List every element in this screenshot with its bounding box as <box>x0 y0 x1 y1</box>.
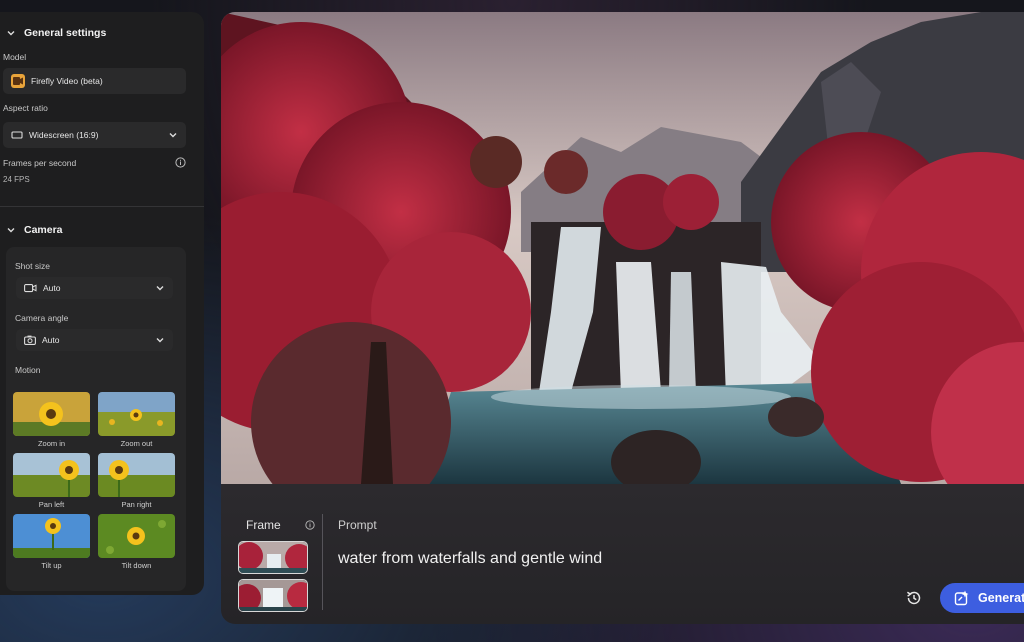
aspect-ratio-value: Widescreen (16:9) <box>29 130 99 140</box>
motion-label: Motion <box>15 365 41 375</box>
motion-caption: Tilt up <box>41 561 62 570</box>
prompt-input[interactable]: water from waterfalls and gentle wind <box>338 550 602 568</box>
prompt-label: Prompt <box>338 518 377 532</box>
firefly-video-icon <box>11 74 25 88</box>
general-settings-title: General settings <box>24 27 107 39</box>
history-icon[interactable] <box>905 589 923 607</box>
chevron-down-icon <box>7 228 15 233</box>
model-label: Model <box>3 52 27 62</box>
motion-caption: Zoom out <box>120 439 153 448</box>
end-frame-thumb[interactable] <box>238 579 308 612</box>
generated-video-preview <box>221 12 1024 484</box>
chevron-down-icon <box>156 338 164 343</box>
start-frame-thumb[interactable] <box>238 541 308 574</box>
section-divider <box>0 206 204 207</box>
chevron-down-icon <box>156 286 164 291</box>
generate-button[interactable]: Generate <box>940 583 1024 613</box>
motion-tilt-down-thumb[interactable] <box>98 514 175 558</box>
camera-header[interactable]: Camera <box>0 219 69 241</box>
camera-angle-label: Camera angle <box>15 313 69 323</box>
motion-zoom-out-thumb[interactable] <box>98 392 175 436</box>
motion-pan-right-thumb[interactable] <box>98 453 175 497</box>
widescreen-icon <box>11 131 23 139</box>
motion-caption: Pan left <box>38 500 65 509</box>
camera-settings-box: Shot size Auto Camera angle Auto Motion <box>6 247 186 591</box>
generate-label: Generate <box>978 591 1024 605</box>
bar-divider <box>322 514 323 610</box>
chevron-down-icon <box>7 31 15 36</box>
info-icon[interactable] <box>175 157 186 168</box>
camera-angle-select[interactable]: Auto <box>16 329 173 351</box>
shot-size-value: Auto <box>43 283 61 293</box>
motion-tilt-up-thumb[interactable] <box>13 514 90 558</box>
model-select[interactable]: Firefly Video (beta) <box>3 68 186 94</box>
info-icon[interactable] <box>305 520 315 530</box>
settings-panel: General settings Model Firefly Video (be… <box>0 12 204 595</box>
model-value: Firefly Video (beta) <box>31 76 103 86</box>
motion-caption: Zoom in <box>37 439 66 448</box>
motion-caption: Tilt down <box>121 561 152 570</box>
camera-angle-value: Auto <box>42 335 60 345</box>
chevron-down-icon <box>169 133 177 138</box>
general-settings-header[interactable]: General settings <box>0 22 112 44</box>
shot-size-select[interactable]: Auto <box>16 277 173 299</box>
camera-title: Camera <box>24 224 63 236</box>
aspect-ratio-label: Aspect ratio <box>3 103 48 113</box>
video-camera-icon <box>24 284 37 293</box>
fps-label: Frames per second <box>3 158 77 168</box>
aspect-ratio-select[interactable]: Widescreen (16:9) <box>3 122 186 148</box>
frame-label: Frame <box>246 518 281 532</box>
motion-zoom-in-thumb[interactable] <box>13 392 90 436</box>
fps-value: 24 FPS <box>3 175 30 184</box>
shot-size-label: Shot size <box>15 261 50 271</box>
prompt-bar: Frame Prompt water from waterfalls and g… <box>221 484 1024 624</box>
camera-icon <box>24 335 36 345</box>
generate-sparkle-icon <box>954 590 969 606</box>
motion-caption: Pan right <box>121 500 152 509</box>
motion-pan-left-thumb[interactable] <box>13 453 90 497</box>
